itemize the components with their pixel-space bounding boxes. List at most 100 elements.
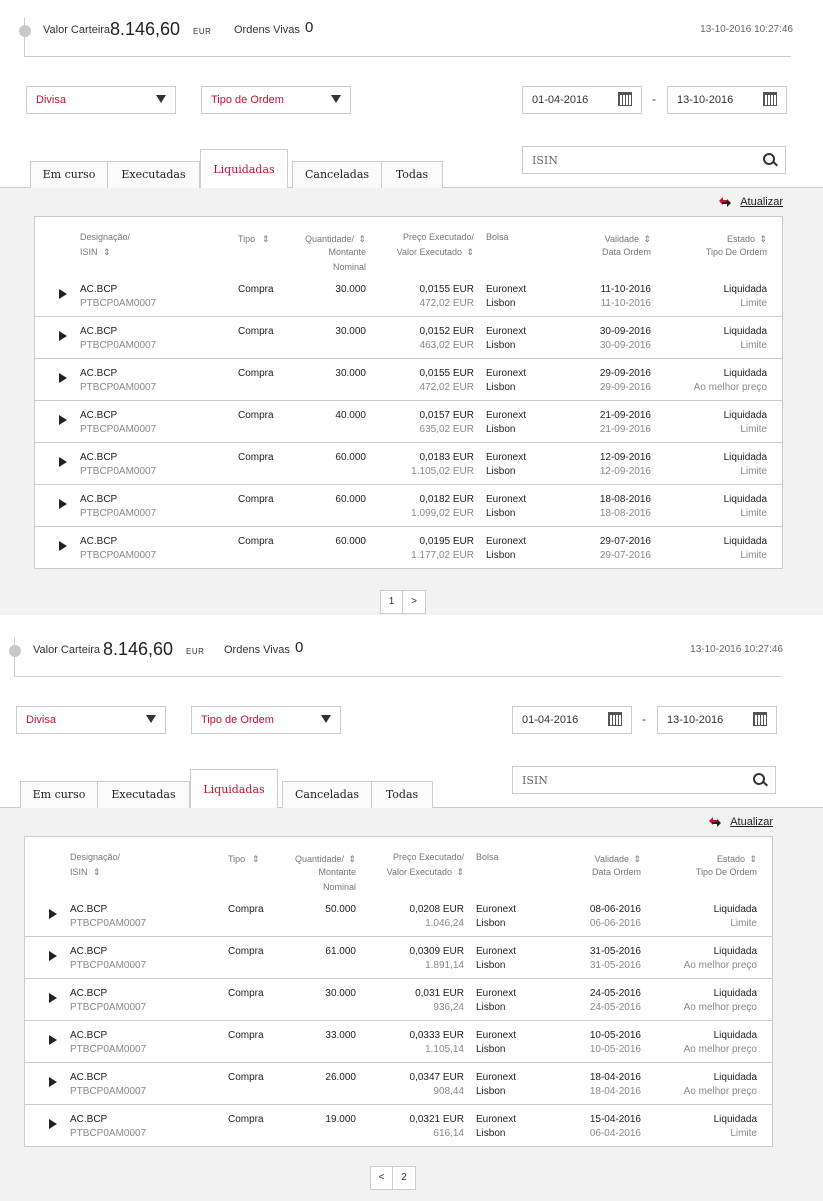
divisa-select[interactable]: Divisa [16, 706, 166, 734]
expand-row-icon[interactable] [49, 951, 57, 961]
row-tipo: Compra [238, 410, 274, 421]
expand-row-icon[interactable] [49, 1035, 57, 1045]
refresh-link[interactable]: Atualizar [719, 196, 783, 208]
table-row[interactable]: AC.BCP PTBCP0AM0007 Compra 60.000 0,0182 EUR… [35, 485, 782, 527]
isin-search-input[interactable]: ISIN [522, 146, 786, 174]
sort-icon[interactable]: ⇕ [252, 852, 260, 867]
row-data-ordem: 12-09-2016 [599, 466, 651, 477]
expand-row-icon[interactable] [59, 499, 67, 509]
table-row[interactable]: AC.BCP PTBCP0AM0007 Compra 19.000 0,0321 EUR… [25, 1105, 772, 1146]
tab-em-curso[interactable]: Em curso [20, 781, 98, 808]
col-tipo-de-ordem: Tipo De Ordem [705, 247, 767, 257]
page-1-button[interactable]: 1 [381, 591, 403, 613]
tipo-ordem-select[interactable]: Tipo de Ordem [201, 86, 351, 114]
valor-carteira-value: 8.146,60 [110, 19, 181, 39]
sort-icon[interactable]: ⇕ [466, 245, 474, 260]
row-data-ordem: 30-09-2016 [599, 340, 651, 351]
expand-row-icon[interactable] [49, 1119, 57, 1129]
table-row[interactable]: AC.BCP PTBCP0AM0007 Compra 26.000 0,0347 EUR… [25, 1063, 772, 1105]
table-row[interactable]: AC.BCP PTBCP0AM0007 Compra 30.000 0,0155 EUR… [35, 359, 782, 401]
tab-canceladas[interactable]: Canceladas [282, 781, 372, 808]
row-valor: 1.046,24 [425, 918, 464, 929]
tab-canceladas[interactable]: Canceladas [292, 161, 382, 188]
col-valor[interactable]: Valor Executado [387, 865, 452, 880]
prev-page-button[interactable]: < [371, 1167, 393, 1189]
row-quantidade: 30.000 [335, 368, 366, 379]
date-to-value: 13-10-2016 [667, 714, 724, 726]
expand-row-icon[interactable] [49, 1077, 57, 1087]
tab-em-curso[interactable]: Em curso [30, 161, 108, 188]
table-row[interactable]: AC.BCP PTBCP0AM0007 Compra 30.000 0,0152 EUR… [35, 317, 782, 359]
table-row[interactable]: AC.BCP PTBCP0AM0007 Compra 50.000 0,0208 EUR… [25, 895, 772, 937]
refresh-icon[interactable] [717, 195, 733, 209]
calendar-icon[interactable] [763, 92, 777, 106]
col-isin[interactable]: ISIN [70, 865, 88, 880]
table-row[interactable]: AC.BCP PTBCP0AM0007 Compra 60.000 0,0195 EUR… [35, 527, 782, 568]
expand-row-icon[interactable] [59, 331, 67, 341]
chevron-down-icon [331, 95, 341, 103]
table-row[interactable]: AC.BCP PTBCP0AM0007 Compra 33.000 0,0333 EUR… [25, 1021, 772, 1063]
expand-row-icon[interactable] [49, 993, 57, 1003]
tab-todas[interactable]: Todas [381, 161, 443, 188]
table-row[interactable]: AC.BCP PTBCP0AM0007 Compra 30.000 0,031 EUR 9… [25, 979, 772, 1021]
table-row[interactable]: AC.BCP PTBCP0AM0007 Compra 40.000 0,0157 EUR… [35, 401, 782, 443]
expand-row-icon[interactable] [59, 289, 67, 299]
row-bolsa: Euronext [476, 1030, 517, 1041]
date-from-field[interactable]: 01-04-2016 [522, 86, 642, 114]
row-tipo-ordem: Limite [740, 340, 767, 351]
valor-carteira-label: Valor Carteira [33, 644, 101, 656]
col-data-ordem: Data Ordem [601, 247, 651, 257]
date-to-field[interactable]: 13-10-2016 [657, 706, 777, 734]
pagination: <2 [370, 1166, 416, 1190]
calendar-icon[interactable] [753, 712, 767, 726]
page-2-button[interactable]: 2 [393, 1167, 415, 1189]
col-tipo[interactable]: Tipo [228, 852, 245, 867]
tipo-ordem-select[interactable]: Tipo de Ordem [191, 706, 341, 734]
row-preco: 0,0157 EUR [419, 410, 474, 421]
expand-row-icon[interactable] [59, 415, 67, 425]
sort-icon[interactable]: ⇕ [103, 245, 111, 260]
next-page-button[interactable]: > [403, 591, 425, 613]
expand-row-icon[interactable] [49, 909, 57, 919]
date-from-field[interactable]: 01-04-2016 [512, 706, 632, 734]
table-row[interactable]: AC.BCP PTBCP0AM0007 Compra 60.000 0,0183 EUR… [35, 443, 782, 485]
search-icon[interactable] [763, 153, 775, 165]
orders-panel-page-1: Valor Carteira 8.146,60 EUR Ordens Vivas… [0, 0, 823, 615]
row-bolsa-city: Lisbon [486, 340, 516, 351]
sort-icon[interactable]: ⇕ [456, 865, 464, 880]
tab-executadas[interactable]: Executadas [107, 161, 200, 188]
tab-liquidadas[interactable]: Liquidadas [200, 149, 288, 188]
expand-row-icon[interactable] [59, 457, 67, 467]
refresh-icon[interactable] [707, 815, 723, 829]
tab-liquidadas[interactable]: Liquidadas [190, 769, 278, 808]
divisa-select[interactable]: Divisa [26, 86, 176, 114]
calendar-icon[interactable] [618, 92, 632, 106]
table-row[interactable]: AC.BCP PTBCP0AM0007 Compra 30.000 0,0155 EUR… [35, 275, 782, 317]
calendar-icon[interactable] [608, 712, 622, 726]
sort-icon[interactable]: ⇕ [93, 865, 101, 880]
table-row[interactable]: AC.BCP PTBCP0AM0007 Compra 61.000 0,0309 EUR… [25, 937, 772, 979]
expand-row-icon[interactable] [59, 541, 67, 551]
row-preco: 0,031 EUR [415, 988, 464, 999]
expand-row-icon[interactable] [59, 373, 67, 383]
row-validade: 15-04-2016 [589, 1114, 641, 1125]
row-bolsa: Euronext [476, 904, 517, 915]
col-isin[interactable]: ISIN [80, 245, 98, 260]
tipo-ordem-select-value: Tipo de Ordem [211, 94, 284, 106]
col-tipo[interactable]: Tipo [238, 232, 255, 247]
col-nominal: Nominal [322, 882, 356, 892]
row-validade: 08-06-2016 [589, 904, 641, 915]
col-valor[interactable]: Valor Executado [397, 245, 462, 260]
refresh-link[interactable]: Atualizar [709, 816, 773, 828]
row-validade: 10-05-2016 [589, 1030, 641, 1041]
isin-search-input[interactable]: ISIN [512, 766, 776, 794]
search-icon[interactable] [753, 773, 765, 785]
ordens-vivas-value: 0 [295, 639, 304, 656]
row-bolsa-city: Lisbon [476, 1002, 506, 1013]
tab-todas[interactable]: Todas [371, 781, 433, 808]
row-bolsa: Euronext [486, 326, 527, 337]
sort-icon[interactable]: ⇕ [262, 232, 270, 247]
tab-executadas[interactable]: Executadas [97, 781, 190, 808]
row-estado: Liquidada [713, 904, 757, 915]
date-to-field[interactable]: 13-10-2016 [667, 86, 787, 114]
